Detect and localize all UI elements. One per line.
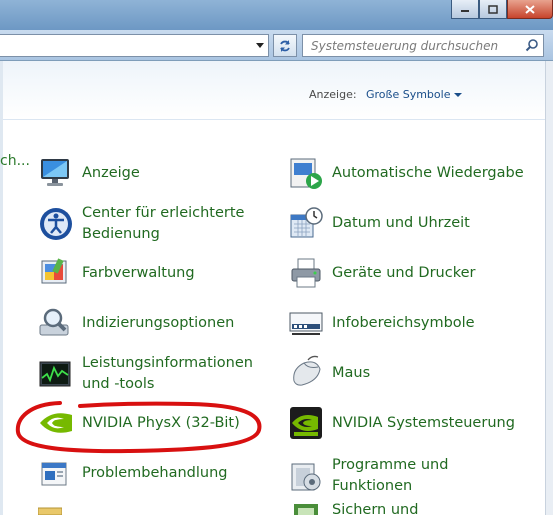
- ease-of-access-icon: [40, 208, 72, 240]
- performance-chart-icon: [39, 361, 71, 387]
- item-problembehandlung[interactable]: Problembehandlung: [38, 455, 228, 491]
- indexing-icon: [39, 308, 69, 336]
- view-header: Anzeige: Große Symbole: [0, 61, 545, 120]
- item-label: Infobereichsymbole: [332, 314, 475, 331]
- item-label: Programme und Funktionen: [332, 457, 449, 494]
- item-infobereichsymbole[interactable]: Infobereichsymbole: [288, 305, 475, 341]
- truncated-item-label: ch...: [0, 153, 30, 169]
- item-label: NVIDIA PhysX (32-Bit): [82, 414, 240, 431]
- item-nvidia-physx[interactable]: NVIDIA PhysX (32-Bit): [38, 405, 240, 441]
- calendar-clock-icon: [290, 207, 323, 238]
- chevron-down-icon: [256, 42, 264, 48]
- item-automatische-wiedergabe[interactable]: Automatische Wiedergabe: [288, 155, 524, 191]
- backup-icon: [294, 504, 318, 515]
- item-indizierungsoptionen[interactable]: Indizierungsoptionen: [38, 305, 234, 341]
- item-leistungsinformationen[interactable]: Leistungsinformationen und -tools: [38, 353, 253, 395]
- item-label: Geräte und Drucker: [332, 264, 476, 281]
- notification-area-icon: [289, 312, 323, 335]
- item-label: Maus: [332, 364, 371, 381]
- item-label: Problembehandlung: [82, 464, 228, 481]
- item-label: Indizierungsoptionen: [82, 314, 235, 331]
- item-farbverwaltung[interactable]: Farbverwaltung: [38, 255, 195, 291]
- item-programme-funktionen[interactable]: Programme und Funktionen: [288, 455, 448, 497]
- nvidia-logo-icon: [40, 413, 72, 433]
- troubleshooting-icon: [41, 462, 67, 486]
- minimize-icon: [461, 10, 469, 12]
- search-box: [302, 34, 544, 57]
- minimize-button[interactable]: [451, 0, 479, 19]
- close-icon: [525, 4, 535, 14]
- item-label: Sichern und: [332, 502, 419, 515]
- printer-icon: [291, 258, 321, 288]
- color-management-icon: [41, 258, 67, 284]
- caret-down-icon: [454, 93, 463, 97]
- view-mode-value: Große Symbole: [366, 88, 451, 101]
- maximize-button[interactable]: [479, 0, 507, 19]
- item-label: Leistungsinformationen und -tools: [82, 355, 253, 392]
- item-datum-uhrzeit[interactable]: Datum und Uhrzeit: [288, 205, 470, 241]
- address-bar[interactable]: [0, 34, 269, 57]
- close-button[interactable]: [507, 0, 553, 19]
- window-controls: [451, 0, 553, 20]
- search-input[interactable]: [309, 37, 513, 55]
- item-label: Farbverwaltung: [82, 264, 195, 281]
- item-sichern[interactable]: Sichern und: [288, 500, 418, 515]
- maximize-icon: [488, 4, 498, 14]
- programs-features-icon: [291, 463, 321, 491]
- view-label: Anzeige:: [309, 88, 357, 101]
- item-label: Anzeige: [82, 164, 140, 181]
- item-geraete-drucker[interactable]: Geräte und Drucker: [288, 255, 475, 291]
- item-maus[interactable]: Maus: [288, 355, 370, 391]
- item-nvidia-systemsteuerung[interactable]: NVIDIA Systemsteuerung: [288, 405, 515, 441]
- item-ease-of-access[interactable]: Center für erleichterte Bedienung: [38, 203, 244, 245]
- nvidia-control-panel-icon: [290, 407, 322, 439]
- display-monitor-icon: [41, 159, 69, 186]
- address-dropdown-button[interactable]: [252, 35, 268, 55]
- item-label: Automatische Wiedergabe: [332, 164, 524, 181]
- refresh-icon: [280, 39, 290, 52]
- item-anzeige[interactable]: Anzeige: [38, 155, 140, 191]
- search-icon[interactable]: [525, 38, 539, 52]
- refresh-button[interactable]: [273, 34, 297, 57]
- autoplay-icon: [290, 158, 322, 189]
- item-label: Datum und Uhrzeit: [332, 214, 470, 231]
- view-mode-dropdown[interactable]: Große Symbole: [366, 88, 463, 101]
- item-label: Center für erleichterte Bedienung: [82, 205, 245, 242]
- left-pane-edge: [0, 61, 3, 515]
- mouse-icon: [293, 355, 321, 386]
- item-label: NVIDIA Systemsteuerung: [332, 414, 515, 431]
- window-titlebar: [0, 0, 553, 30]
- vertical-scrollbar[interactable]: [545, 61, 553, 515]
- navigation-bar: [0, 30, 553, 61]
- folder-icon: [38, 507, 62, 515]
